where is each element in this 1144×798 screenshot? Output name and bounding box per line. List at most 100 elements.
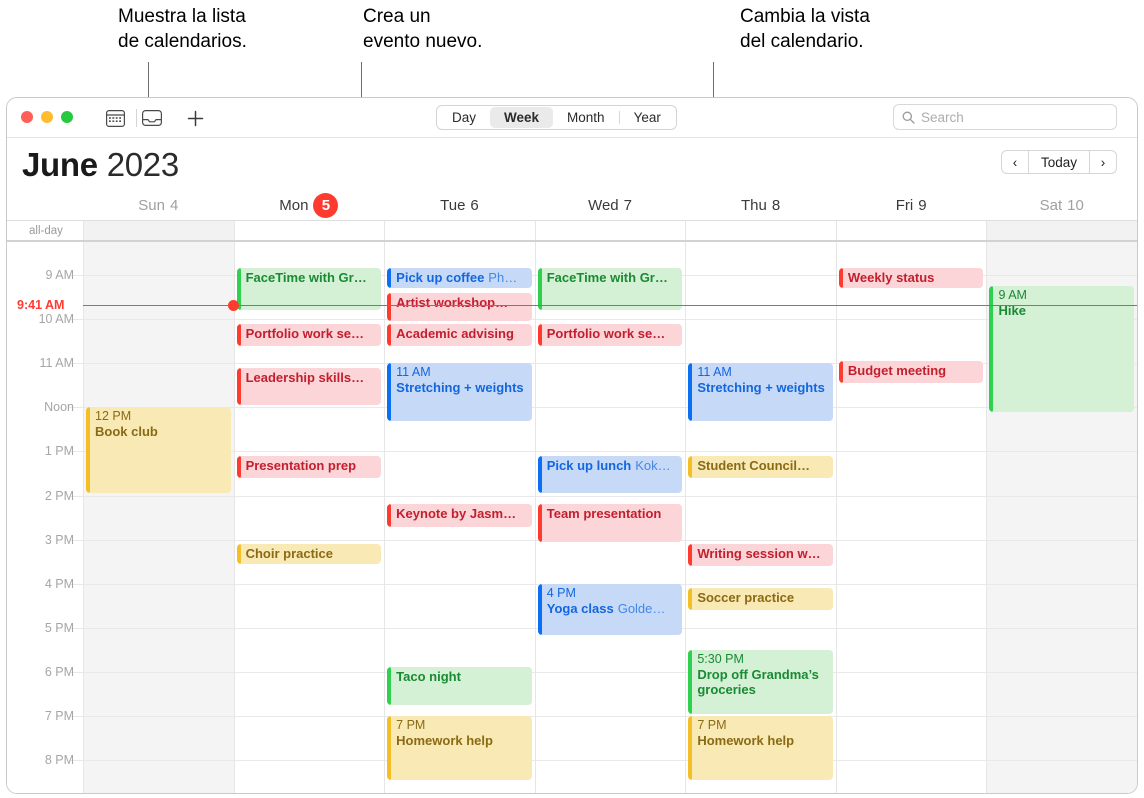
day-column-sat[interactable]: 9 AM Hike [986,242,1137,793]
time-label-3: Noon [44,400,74,415]
calendar-event[interactable]: Student Council… [688,455,833,479]
time-label-4: 1 PM [44,444,74,459]
all-day-cell-sat[interactable] [986,221,1137,240]
inbox-icon[interactable] [141,107,163,129]
event-color-bar [387,667,392,706]
day-header-wed[interactable]: Wed 7 [535,191,686,220]
today-button[interactable]: Today [1027,150,1090,174]
hour-gridline [987,495,1137,497]
day-column-mon[interactable]: FaceTime with Gr… Portfolio work se… Leade… [233,242,385,793]
event-color-bar [236,367,241,406]
search-field[interactable]: Search [893,104,1117,130]
day-columns: 12 PM Book club FaceTime with Gr… Portfolio… [83,242,1137,793]
calendar-event[interactable]: 5:30 PM Drop off Grandma’s groceries [688,649,833,714]
calendar-event[interactable]: Taco night [387,667,532,706]
screenshot-root: Muestra la lista de calendarios. Crea un … [0,0,1144,798]
hour-gridline [686,275,836,276]
hour-gridline [385,451,535,453]
calendar-event[interactable]: Choir practice [236,544,382,565]
hour-gridline [535,319,686,321]
day-number: 6 [470,197,479,214]
hour-gridline [234,451,385,453]
day-header-fri[interactable]: Fri 9 [836,191,987,220]
event-title: Homework help [697,733,795,748]
calendar-event[interactable]: Pick up coffee Ph… [387,268,532,289]
day-column-wed[interactable]: FaceTime with Gr… Portfolio work se… Pick … [534,242,686,793]
view-segment-month[interactable]: Month [553,107,619,128]
view-segment-week[interactable]: Week [490,107,554,128]
day-header-row: Sun 4 Mon 5 Tue 6 Wed 7 Thu 8 Fri 9 Sat 10 [7,191,1137,220]
event-color-bar [688,455,693,479]
calendar-event[interactable]: 12 PM Book club [86,407,231,494]
hour-gridline [987,451,1137,453]
day-column-fri[interactable]: Weekly status Budget meeting [835,242,987,793]
day-header-gutter [7,191,83,220]
hour-gridline [234,760,385,762]
all-day-cell-fri[interactable] [835,221,987,240]
calendar-event[interactable]: Presentation prep [236,455,382,479]
time-label-9: 6 PM [44,664,74,679]
close-button[interactable] [21,111,33,123]
hour-gridline [836,319,987,321]
event-color-bar [688,716,693,781]
hour-gridline [987,716,1137,717]
calendar-event[interactable]: Team presentation [537,504,683,542]
calendar-event[interactable]: Leadership skills… [236,367,382,406]
day-header-mon[interactable]: Mon 5 [234,191,385,220]
calendar-event[interactable]: 11 AM Stretching + weights [387,363,532,421]
calendar-event[interactable]: Portfolio work se… [537,323,683,346]
all-day-cell-tue[interactable] [384,221,535,240]
hour-gridline [987,760,1137,762]
calendar-event[interactable]: Budget meeting [838,360,984,384]
calendar-event[interactable]: Pick up lunch Kok… [537,455,683,494]
view-segment-year[interactable]: Year [620,107,675,128]
hour-gridline [84,627,234,629]
calendar-event[interactable]: Keynote by Jasm… [387,504,532,527]
day-header-thu[interactable]: Thu 8 [685,191,836,220]
calendar-event[interactable]: 4 PM Yoga class Golde… [537,583,683,635]
day-header-sat[interactable]: Sat 10 [986,191,1137,220]
calendar-event[interactable]: Soccer practice [688,588,833,611]
month-header-bar: June 2023 ‹ Today › [7,138,1137,191]
previous-week-button[interactable]: ‹ [1000,150,1028,174]
search-input[interactable]: Search [921,110,964,125]
event-title: Academic advising [396,325,514,341]
all-day-label: all-day [7,221,83,240]
day-header-sun[interactable]: Sun 4 [83,191,234,220]
day-name: Thu [741,197,767,214]
calendar-event[interactable]: 7 PM Homework help [387,716,532,781]
all-day-cell-wed[interactable] [534,221,686,240]
all-day-cell-mon[interactable] [233,221,385,240]
event-color-bar [537,323,542,346]
time-label-8: 5 PM [44,620,74,635]
calendar-event[interactable]: 7 PM Homework help [688,716,833,781]
callout-text-1: Crea un evento nuevo. [363,6,483,52]
hour-gridline [686,583,836,585]
event-color-bar [387,363,392,421]
day-header-tue[interactable]: Tue 6 [384,191,535,220]
all-day-cell-sun[interactable] [83,221,234,240]
calendar-event[interactable]: Portfolio work se… [236,323,382,346]
calendar-event[interactable]: 11 AM Stretching + weights [688,363,833,421]
all-day-cell-thu[interactable] [685,221,836,240]
day-column-sun[interactable]: 12 PM Book club [83,242,234,793]
all-day-row: all-day [7,220,1137,242]
minimize-button[interactable] [41,111,53,123]
hour-gridline [686,627,836,629]
plus-icon[interactable] [184,107,206,129]
day-column-tue[interactable]: Pick up coffee Ph… Artist workshop… Academi… [384,242,535,793]
event-color-bar [86,407,90,494]
calendar-icon[interactable] [104,107,126,129]
view-segment-day[interactable]: Day [438,107,490,128]
search-icon [902,111,915,124]
calendar-event[interactable]: Writing session w… [688,544,833,567]
event-title: Pick up lunch [546,457,632,473]
calendar-event[interactable]: Academic advising [387,323,532,346]
event-color-bar [838,268,843,289]
zoom-button[interactable] [61,111,73,123]
view-segmented-control[interactable]: Day Week Month Year [436,105,677,130]
calendar-event[interactable]: Artist workshop… [387,292,532,322]
calendar-event[interactable]: Weekly status [838,268,984,289]
day-column-thu[interactable]: 11 AM Stretching + weights Student Council… [685,242,836,793]
next-week-button[interactable]: › [1090,150,1117,174]
